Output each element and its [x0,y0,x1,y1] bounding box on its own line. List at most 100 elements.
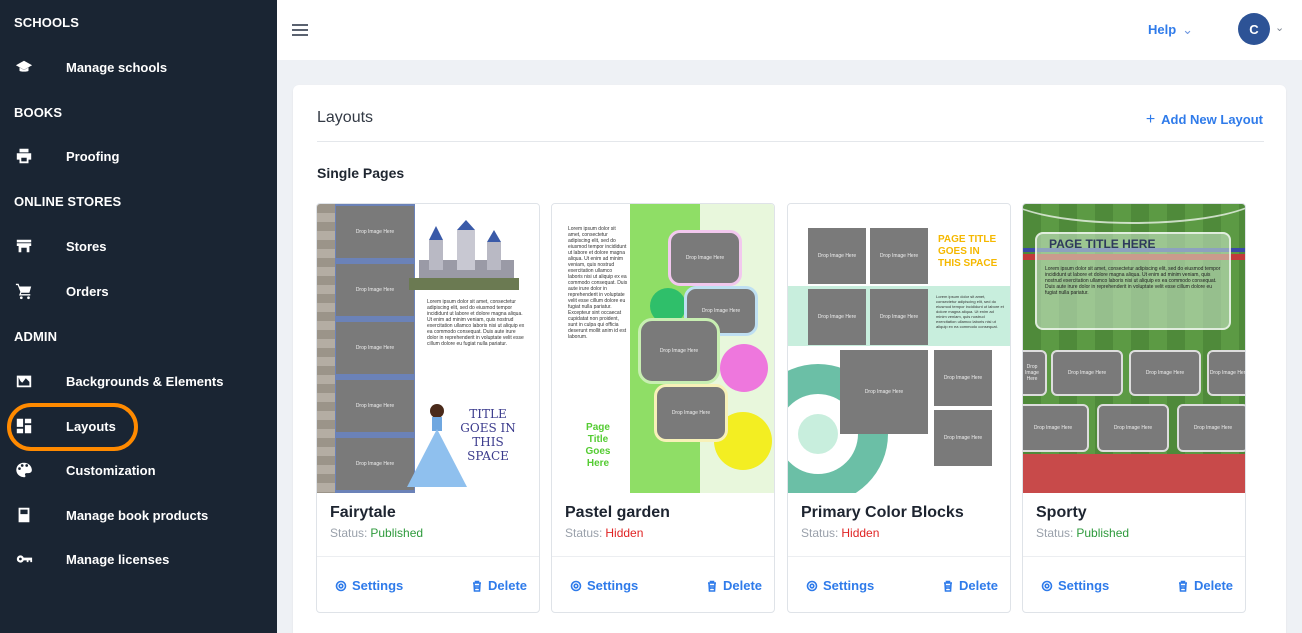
thumb-title: TITLE GOES IN THIS SPACE [460,407,516,463]
delete-button[interactable]: Delete [1177,578,1233,593]
delete-label: Delete [723,578,763,593]
settings-icon [570,580,582,591]
help-menu[interactable]: Help ⌄ [1148,22,1193,38]
status-value: Published [370,526,424,540]
card-title: Primary Color Blocks [801,504,964,521]
layout-card[interactable]: Lorem ipsum dolor sit amet, consectetur … [551,203,775,613]
settings-label: Settings [1058,578,1110,593]
add-new-layout-button[interactable]: + Add New Layout [1146,111,1263,129]
sidebar-item-label: Manage schools [66,59,168,75]
help-label: Help [1148,22,1177,37]
trash-icon [708,580,716,592]
delete-label: Delete [1194,578,1234,593]
card-title: Sporty [1036,504,1087,521]
card-status: Status: Published [1036,526,1129,540]
sidebar-item-label: Manage book products [66,507,209,523]
sidebar-item-label: Proofing [66,148,120,164]
delete-label: Delete [488,578,528,593]
divider [1023,556,1245,557]
trash-icon [473,580,481,592]
image-placeholder: Drop Image Here [336,322,414,374]
sidebar-item-backgrounds[interactable]: Backgrounds & Elements [0,363,277,399]
topbar: Help ⌄ C ⌄ [277,0,1302,60]
trash-icon [1179,580,1187,592]
thumb-title: PAGE TITLE HERE [1049,237,1156,251]
sidebar-item-manage-schools[interactable]: Manage schools [0,49,277,85]
image-placeholder: Drop Image Here [808,228,866,284]
settings-icon [335,580,347,591]
settings-icon [806,580,818,591]
settings-button[interactable]: Settings [570,578,638,593]
image-placeholder: Drop Image Here [934,350,992,406]
settings-icon [1041,580,1053,591]
page-title: Layouts [317,109,374,126]
image-placeholder: Drop Image Here [1129,350,1201,396]
image-placeholder: Drop Image Here [1023,404,1089,452]
sidebar-item-orders[interactable]: Orders [0,273,277,309]
card-title: Fairytale [330,504,396,521]
sidebar-item-label: Stores [66,238,107,254]
image-placeholder: Drop Image Here [870,228,928,284]
card-status: Status: Hidden [801,526,879,540]
store-icon [14,236,34,256]
sidebar-item-manage-book-products[interactable]: Manage book products [0,497,277,533]
image-placeholder: Drop Image Here [870,289,928,345]
image-placeholder: Drop Image Here [934,410,992,466]
section-schools: SCHOOLS [14,15,79,30]
image-placeholder: Drop Image Here [1023,350,1047,396]
status-prefix: Status: [565,526,603,540]
sidebar-item-label: Orders [66,283,109,299]
image-placeholder: Drop Image Here [1177,404,1245,452]
image-icon [14,371,34,391]
image-placeholder: Drop Image Here [1097,404,1169,452]
palette-icon [14,460,34,480]
section-heading: Single Pages [317,165,405,181]
graduation-cap-icon [14,57,34,77]
layouts-panel: Layouts + Add New Layout Single Pages Dro… [293,85,1286,633]
layout-card[interactable]: PAGE TITLE HERE Lorem ipsum dolor sit am… [1022,203,1246,613]
settings-label: Settings [823,578,875,593]
delete-button[interactable]: Delete [706,578,762,593]
trash-icon [944,580,952,592]
card-status: Status: Hidden [565,526,643,540]
settings-label: Settings [587,578,639,593]
plus-icon: + [1145,111,1156,128]
layout-thumbnail: Lorem ipsum dolor sit amet, consectetur … [552,204,774,493]
layout-thumbnail: PAGE TITLE HERE Lorem ipsum dolor sit am… [1023,204,1245,493]
layout-card[interactable]: Drop Image Here Drop Image Here Drop Ima… [316,203,540,613]
sidebar-item-label: Backgrounds & Elements [66,373,224,389]
chevron-down-icon[interactable]: ⌄ [1275,21,1284,34]
delete-label: Delete [959,578,999,593]
layout-thumbnail: Drop Image Here Drop Image Here Drop Ima… [788,204,1010,493]
thumb-title: PAGE TITLE GOES IN THIS SPACE [938,234,998,269]
add-new-layout-label: Add New Layout [1161,112,1263,127]
card-title: Pastel garden [565,504,670,521]
layout-card[interactable]: Drop Image Here Drop Image Here Drop Ima… [787,203,1011,613]
divider [552,556,774,557]
sidebar-item-proofing[interactable]: Proofing [0,138,277,174]
divider [317,556,539,557]
sidebar-item-stores[interactable]: Stores [0,228,277,264]
settings-button[interactable]: Settings [806,578,874,593]
status-value: Published [1076,526,1130,540]
status-prefix: Status: [801,526,839,540]
section-online-stores: ONLINE STORES [14,194,122,209]
image-placeholder: Drop Image Here [808,289,866,345]
chevron-down-icon: ⌄ [1182,22,1194,37]
settings-button[interactable]: Settings [335,578,403,593]
key-icon [14,549,34,569]
castle-illustration [409,220,519,290]
sidebar-item-label: Customization [66,462,156,478]
delete-button[interactable]: Delete [471,578,527,593]
status-prefix: Status: [1036,526,1074,540]
settings-label: Settings [352,578,404,593]
sidebar-item-manage-licenses[interactable]: Manage licenses [0,541,277,577]
sidebar-item-customization[interactable]: Customization [0,452,277,488]
settings-button[interactable]: Settings [1041,578,1109,593]
delete-button[interactable]: Delete [942,578,998,593]
printer-icon [14,146,34,166]
avatar[interactable]: C [1238,13,1270,45]
status-value: Hidden [841,526,880,540]
sidebar: SCHOOLS Manage schools BOOKS Proofing ON… [0,0,277,633]
menu-icon[interactable] [292,24,308,36]
